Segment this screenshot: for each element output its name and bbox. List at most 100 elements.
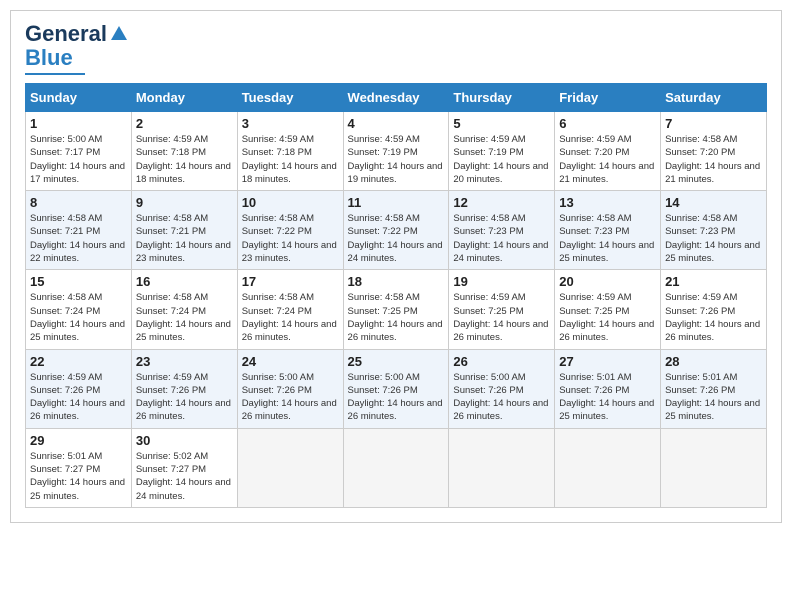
calendar-week: 29 Sunrise: 5:01 AMSunset: 7:27 PMDayligh…: [26, 428, 767, 507]
calendar-cell: 3 Sunrise: 4:59 AMSunset: 7:18 PMDaylight…: [237, 112, 343, 191]
day-info: Sunrise: 5:02 AMSunset: 7:27 PMDaylight:…: [136, 450, 233, 503]
calendar-cell: 1 Sunrise: 5:00 AMSunset: 7:17 PMDaylight…: [26, 112, 132, 191]
calendar-cell: [661, 428, 767, 507]
day-number: 11: [348, 195, 445, 210]
day-number: 27: [559, 354, 656, 369]
calendar-cell: 22Sunrise: 4:59 AMSunset: 7:26 PMDayligh…: [26, 349, 132, 428]
calendar-cell: [449, 428, 555, 507]
calendar-cell: 20 Sunrise: 4:59 AMSunset: 7:25 PMDayligh…: [555, 270, 661, 349]
calendar-cell: 14 Sunrise: 4:58 AMSunset: 7:23 PMDayligh…: [661, 191, 767, 270]
logo-icon: [109, 24, 129, 44]
header: General Blue: [25, 21, 767, 75]
day-number: 21: [665, 274, 762, 289]
day-info: Sunrise: 4:58 AMSunset: 7:24 PMDaylight:…: [242, 291, 339, 344]
day-info: Sunrise: 4:58 AMSunset: 7:20 PMDaylight:…: [665, 133, 762, 186]
calendar-cell: 5 Sunrise: 4:59 AMSunset: 7:19 PMDaylight…: [449, 112, 555, 191]
calendar-cell: 4Sunrise: 4:59 AMSunset: 7:19 PMDaylight…: [343, 112, 449, 191]
day-number: 20: [559, 274, 656, 289]
day-number: 29: [30, 433, 127, 448]
day-number: 26: [453, 354, 550, 369]
calendar-cell: 27 Sunrise: 5:01 AMSunset: 7:26 PMDayligh…: [555, 349, 661, 428]
calendar-cell: 23Sunrise: 4:59 AMSunset: 7:26 PMDayligh…: [131, 349, 237, 428]
header-row: SundayMondayTuesdayWednesdayThursdayFrid…: [26, 84, 767, 112]
day-info: Sunrise: 4:58 AMSunset: 7:21 PMDaylight:…: [136, 212, 233, 265]
day-number: 1: [30, 116, 127, 131]
header-day: Wednesday: [343, 84, 449, 112]
day-number: 7: [665, 116, 762, 131]
logo-blue: Blue: [25, 45, 73, 71]
logo-general: General: [25, 21, 107, 47]
day-number: 13: [559, 195, 656, 210]
day-info: Sunrise: 5:00 AMSunset: 7:26 PMDaylight:…: [453, 371, 550, 424]
calendar-cell: [343, 428, 449, 507]
calendar-cell: 12Sunrise: 4:58 AMSunset: 7:23 PMDayligh…: [449, 191, 555, 270]
calendar-week: 22Sunrise: 4:59 AMSunset: 7:26 PMDayligh…: [26, 349, 767, 428]
logo-line: [25, 73, 85, 75]
calendar-cell: 15Sunrise: 4:58 AMSunset: 7:24 PMDayligh…: [26, 270, 132, 349]
day-info: Sunrise: 5:01 AMSunset: 7:27 PMDaylight:…: [30, 450, 127, 503]
day-info: Sunrise: 5:00 AMSunset: 7:26 PMDaylight:…: [348, 371, 445, 424]
day-info: Sunrise: 4:58 AMSunset: 7:23 PMDaylight:…: [453, 212, 550, 265]
day-info: Sunrise: 4:59 AMSunset: 7:18 PMDaylight:…: [136, 133, 233, 186]
day-info: Sunrise: 4:58 AMSunset: 7:23 PMDaylight:…: [665, 212, 762, 265]
calendar-cell: 24 Sunrise: 5:00 AMSunset: 7:26 PMDayligh…: [237, 349, 343, 428]
calendar-cell: 2 Sunrise: 4:59 AMSunset: 7:18 PMDaylight…: [131, 112, 237, 191]
day-info: Sunrise: 4:59 AMSunset: 7:18 PMDaylight:…: [242, 133, 339, 186]
calendar-cell: 17Sunrise: 4:58 AMSunset: 7:24 PMDayligh…: [237, 270, 343, 349]
day-number: 24: [242, 354, 339, 369]
calendar-header: SundayMondayTuesdayWednesdayThursdayFrid…: [26, 84, 767, 112]
header-day: Thursday: [449, 84, 555, 112]
day-number: 5: [453, 116, 550, 131]
day-number: 28: [665, 354, 762, 369]
header-day: Saturday: [661, 84, 767, 112]
day-number: 16: [136, 274, 233, 289]
calendar-table: SundayMondayTuesdayWednesdayThursdayFrid…: [25, 83, 767, 508]
day-info: Sunrise: 4:58 AMSunset: 7:23 PMDaylight:…: [559, 212, 656, 265]
day-number: 2: [136, 116, 233, 131]
logo: General Blue: [25, 21, 129, 75]
day-info: Sunrise: 4:58 AMSunset: 7:22 PMDaylight:…: [348, 212, 445, 265]
day-number: 25: [348, 354, 445, 369]
calendar-cell: 28 Sunrise: 5:01 AMSunset: 7:26 PMDayligh…: [661, 349, 767, 428]
calendar-cell: 6 Sunrise: 4:59 AMSunset: 7:20 PMDaylight…: [555, 112, 661, 191]
day-number: 4: [348, 116, 445, 131]
day-info: Sunrise: 4:59 AMSunset: 7:20 PMDaylight:…: [559, 133, 656, 186]
calendar-cell: 7 Sunrise: 4:58 AMSunset: 7:20 PMDaylight…: [661, 112, 767, 191]
day-info: Sunrise: 4:59 AMSunset: 7:19 PMDaylight:…: [453, 133, 550, 186]
day-info: Sunrise: 4:58 AMSunset: 7:21 PMDaylight:…: [30, 212, 127, 265]
day-info: Sunrise: 4:59 AMSunset: 7:26 PMDaylight:…: [665, 291, 762, 344]
calendar-cell: 25 Sunrise: 5:00 AMSunset: 7:26 PMDayligh…: [343, 349, 449, 428]
day-info: Sunrise: 5:01 AMSunset: 7:26 PMDaylight:…: [559, 371, 656, 424]
day-info: Sunrise: 5:00 AMSunset: 7:17 PMDaylight:…: [30, 133, 127, 186]
day-info: Sunrise: 4:59 AMSunset: 7:26 PMDaylight:…: [136, 371, 233, 424]
day-number: 19: [453, 274, 550, 289]
calendar-cell: 19Sunrise: 4:59 AMSunset: 7:25 PMDayligh…: [449, 270, 555, 349]
calendar-week: 1 Sunrise: 5:00 AMSunset: 7:17 PMDaylight…: [26, 112, 767, 191]
calendar-cell: 13 Sunrise: 4:58 AMSunset: 7:23 PMDayligh…: [555, 191, 661, 270]
day-number: 3: [242, 116, 339, 131]
calendar-page: General Blue SundayMondayTuesdayWednesda…: [10, 10, 782, 523]
day-number: 14: [665, 195, 762, 210]
header-day: Friday: [555, 84, 661, 112]
calendar-cell: 21 Sunrise: 4:59 AMSunset: 7:26 PMDayligh…: [661, 270, 767, 349]
calendar-body: 1 Sunrise: 5:00 AMSunset: 7:17 PMDaylight…: [26, 112, 767, 508]
day-info: Sunrise: 4:58 AMSunset: 7:24 PMDaylight:…: [30, 291, 127, 344]
calendar-cell: 29 Sunrise: 5:01 AMSunset: 7:27 PMDayligh…: [26, 428, 132, 507]
day-info: Sunrise: 5:01 AMSunset: 7:26 PMDaylight:…: [665, 371, 762, 424]
day-info: Sunrise: 4:58 AMSunset: 7:22 PMDaylight:…: [242, 212, 339, 265]
calendar-cell: 18Sunrise: 4:58 AMSunset: 7:25 PMDayligh…: [343, 270, 449, 349]
day-info: Sunrise: 4:58 AMSunset: 7:24 PMDaylight:…: [136, 291, 233, 344]
day-number: 8: [30, 195, 127, 210]
day-number: 10: [242, 195, 339, 210]
calendar-week: 8 Sunrise: 4:58 AMSunset: 7:21 PMDaylight…: [26, 191, 767, 270]
day-info: Sunrise: 4:59 AMSunset: 7:25 PMDaylight:…: [559, 291, 656, 344]
day-number: 9: [136, 195, 233, 210]
day-number: 6: [559, 116, 656, 131]
calendar-cell: 9 Sunrise: 4:58 AMSunset: 7:21 PMDaylight…: [131, 191, 237, 270]
day-info: Sunrise: 5:00 AMSunset: 7:26 PMDaylight:…: [242, 371, 339, 424]
calendar-week: 15Sunrise: 4:58 AMSunset: 7:24 PMDayligh…: [26, 270, 767, 349]
calendar-cell: [555, 428, 661, 507]
calendar-cell: 11 Sunrise: 4:58 AMSunset: 7:22 PMDayligh…: [343, 191, 449, 270]
day-number: 30: [136, 433, 233, 448]
header-day: Sunday: [26, 84, 132, 112]
